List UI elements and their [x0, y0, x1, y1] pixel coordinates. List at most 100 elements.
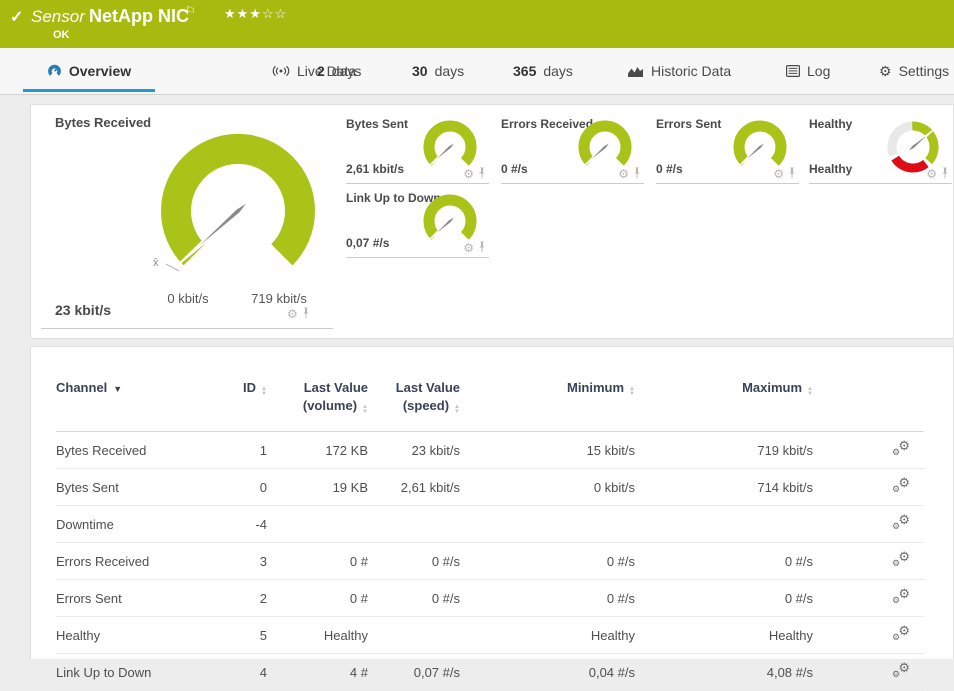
channel-name: Errors Received [56, 543, 201, 580]
channel-value: 0 #/s [656, 162, 683, 176]
pin-icon[interactable] [940, 167, 950, 180]
table-row[interactable]: Link Up to Down 4 4 # 0,07 #/s 0,04 #/s … [56, 654, 924, 691]
maximum-value: 0 #/s [641, 580, 819, 617]
gear-icon[interactable]: ⚙ [463, 168, 474, 180]
gear-icon[interactable]: ⚙ [618, 168, 629, 180]
last-value-speed: 0 #/s [374, 543, 466, 580]
header-label: (volume) [303, 398, 357, 413]
gauge-actions: ⚙ [773, 167, 797, 180]
maximum-value: Healthy [641, 617, 819, 654]
area-chart-icon [627, 65, 644, 78]
table-row[interactable]: Healthy 5 Healthy Healthy Healthy ⚙⚙ [56, 617, 924, 654]
gauge-actions: ⚙ [926, 167, 950, 180]
header-label: Last Value [273, 379, 368, 397]
gauge-actions: ⚙ [463, 167, 487, 180]
table-row[interactable]: Downtime -4 ⚙⚙ [56, 506, 924, 543]
last-value-volume: 0 # [273, 543, 374, 580]
tab-label: days [332, 63, 362, 79]
tab-log[interactable]: Log [786, 48, 830, 94]
broadcast-icon [272, 65, 290, 77]
gauge-actions: ⚙ [463, 241, 487, 254]
table-row[interactable]: Errors Sent 2 0 # 0 #/s 0 #/s 0 #/s ⚙⚙ [56, 580, 924, 617]
average-marker: x̄ [153, 257, 159, 269]
channel-name: Bytes Sent [56, 469, 201, 506]
column-header-last-value-volume[interactable]: Last Value(volume) ▲▼ [273, 373, 374, 432]
priority-stars[interactable]: ★★★☆☆ [224, 6, 287, 22]
header-label: Last Value [374, 379, 460, 397]
table-row[interactable]: Bytes Received 1 172 KB 23 kbit/s 15 kbi… [56, 432, 924, 469]
gear-icon: ⚙ [879, 64, 892, 78]
minimum-value: 0 #/s [466, 580, 641, 617]
maximum-value [641, 506, 819, 543]
gauge-cell-errors-sent: Errors Sent 0 #/s ⚙ [656, 113, 799, 184]
gear-icon[interactable]: ⚙ [773, 168, 784, 180]
channel-value: 2,61 kbit/s [346, 162, 404, 176]
table-header-row: Channel▼ ID▲▼ Last Value(volume)▲▼ Last … [56, 373, 924, 432]
log-list-icon [786, 65, 800, 77]
table-row[interactable]: Errors Received 3 0 # 0 #/s 0 #/s 0 #/s … [56, 543, 924, 580]
channel-settings-icon[interactable]: ⚙⚙ [892, 478, 910, 493]
table-row[interactable]: Bytes Sent 0 19 KB 2,61 kbit/s 0 kbit/s … [56, 469, 924, 506]
header-label: Maximum [742, 380, 802, 395]
flag-icon[interactable]: ⚐ [185, 4, 196, 18]
channel-settings-icon[interactable]: ⚙⚙ [892, 552, 910, 567]
column-header-maximum[interactable]: Maximum▲▼ [641, 373, 819, 432]
channel-settings-icon[interactable]: ⚙⚙ [892, 663, 910, 678]
tab-365-days[interactable]: 365 days [513, 48, 573, 94]
header-label: Minimum [567, 380, 624, 395]
channel-name: Errors Sent [56, 580, 201, 617]
tab-settings[interactable]: ⚙ Settings [879, 48, 949, 94]
gauge-icon [47, 64, 62, 79]
channel-id: -4 [201, 506, 273, 543]
pin-icon[interactable] [787, 167, 797, 180]
last-value-volume [273, 506, 374, 543]
gear-icon[interactable]: ⚙ [926, 168, 937, 180]
last-value-volume: 19 KB [273, 469, 374, 506]
gauge-cell-bytes-sent: Bytes Sent 2,61 kbit/s ⚙ [346, 113, 489, 184]
sensor-header: ✓ Sensor NetApp NIC ⚐ ★★★☆☆ OK [0, 0, 954, 48]
tab-historic-data[interactable]: Historic Data [627, 48, 731, 94]
channel-id: 2 [201, 580, 273, 617]
channel-value: Healthy [809, 162, 852, 176]
tab-label: Settings [899, 63, 950, 79]
channel-value: 0 #/s [501, 162, 528, 176]
primary-channel-title: Bytes Received [55, 115, 151, 130]
column-header-minimum[interactable]: Minimum▲▼ [466, 373, 641, 432]
last-value-speed: 0,07 #/s [374, 654, 466, 691]
pin-icon[interactable] [477, 167, 487, 180]
column-header-channel[interactable]: Channel▼ [56, 373, 201, 432]
channel-name: Healthy [56, 617, 201, 654]
tab-overview[interactable]: Overview [23, 48, 155, 94]
last-value-speed [374, 506, 466, 543]
channel-value: 0,07 #/s [346, 236, 389, 250]
gear-icon[interactable]: ⚙ [287, 308, 298, 320]
sort-icon: ▲▼ [362, 405, 368, 415]
pin-icon[interactable] [301, 307, 311, 320]
tab-30-days[interactable]: 30 days [412, 48, 464, 94]
channel-settings-icon[interactable]: ⚙⚙ [892, 626, 910, 641]
maximum-value: 714 kbit/s [641, 469, 819, 506]
column-header-settings [819, 373, 924, 432]
object-kind-label: Sensor [31, 7, 85, 27]
tab-2-days[interactable]: 2 days [317, 48, 361, 94]
tab-label: days [543, 63, 573, 79]
tab-bar: Overview Live Data 2 days 30 days 365 da… [0, 48, 954, 95]
maximum-value: 0 #/s [641, 543, 819, 580]
pin-icon[interactable] [632, 167, 642, 180]
gear-icon[interactable]: ⚙ [463, 242, 474, 254]
minimum-value: 0 kbit/s [466, 469, 641, 506]
channel-title: Healthy [809, 117, 852, 131]
channel-settings-icon[interactable]: ⚙⚙ [892, 441, 910, 456]
last-value-volume: 4 # [273, 654, 374, 691]
tab-label: Log [807, 63, 830, 79]
last-value-speed: 23 kbit/s [374, 432, 466, 469]
gauge-scale-min: 0 kbit/s [143, 291, 233, 306]
channel-settings-icon[interactable]: ⚙⚙ [892, 515, 910, 530]
gauge-cell-link-up-to-down: Link Up to Down 0,07 #/s ⚙ [346, 187, 489, 258]
bytes-received-gauge [158, 131, 318, 271]
channel-settings-icon[interactable]: ⚙⚙ [892, 589, 910, 604]
pin-icon[interactable] [477, 241, 487, 254]
column-header-id[interactable]: ID▲▼ [201, 373, 273, 432]
minimum-value: 0 #/s [466, 543, 641, 580]
column-header-last-value-speed[interactable]: Last Value(speed)▲▼ [374, 373, 466, 432]
